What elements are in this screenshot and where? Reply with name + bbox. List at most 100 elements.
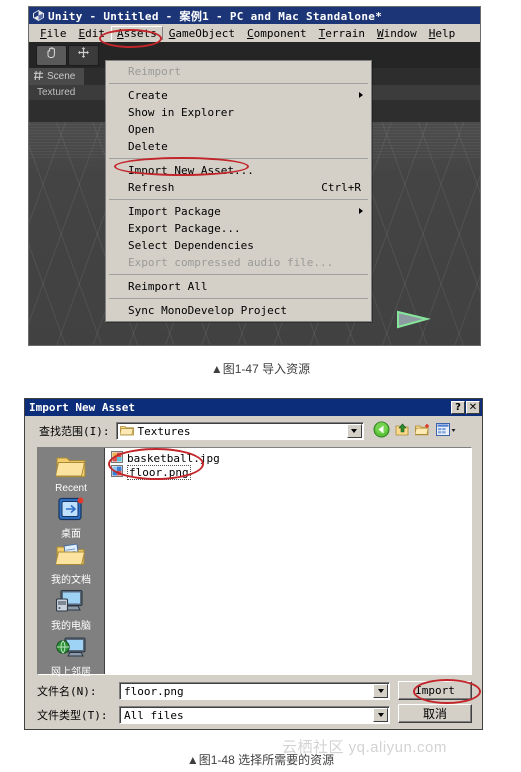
menu-item-open[interactable]: Open <box>106 121 371 138</box>
look-in-combobox[interactable]: Textures <box>115 422 364 440</box>
place-label: 我的文档 <box>51 575 91 586</box>
menu-item-label: Delete <box>128 140 168 153</box>
dialog-title-bar: Import New Asset ? ✕ <box>25 399 482 416</box>
views-icon[interactable] <box>435 422 456 440</box>
filetype-value: All files <box>124 708 184 722</box>
close-button[interactable]: ✕ <box>466 401 480 414</box>
help-button[interactable]: ? <box>451 401 465 414</box>
filetype-label: 文件类型(T): <box>37 709 108 722</box>
png-file-icon <box>111 464 123 480</box>
cancel-button[interactable]: 取消 <box>398 704 472 723</box>
filename-input[interactable]: floor.png <box>119 682 390 700</box>
file-list-item[interactable]: basketball.jpg <box>109 450 471 466</box>
menu-item-label: Refresh <box>128 181 175 194</box>
menu-item-label: Sync MonoDevelop Project <box>128 304 287 317</box>
unity-cube-icon <box>32 9 45 22</box>
menu-item-accelerator: Ctrl+R <box>321 181 361 194</box>
desktop-icon <box>57 497 85 524</box>
place-label: Recent <box>55 483 87 494</box>
place-my-documents[interactable]: 我的文档 <box>38 543 104 586</box>
filename-value: floor.png <box>124 684 184 698</box>
place-desktop[interactable]: 桌面 <box>38 497 104 540</box>
places-bar: Recent 桌面 我的文档 我的电脑 网上邻居 <box>38 448 105 678</box>
file-list-item[interactable]: floor.png <box>109 464 471 480</box>
dialog-main-area: Recent 桌面 我的文档 我的电脑 网上邻居 basketball.jpg … <box>37 447 472 678</box>
menu-separator <box>109 199 368 200</box>
menu-item-show-in-explorer[interactable]: Show in Explorer <box>106 104 371 121</box>
menu-item-label: Create <box>128 89 168 102</box>
import-button[interactable]: Import <box>398 681 472 700</box>
menu-item-label: Open <box>128 123 155 136</box>
dialog-buttons: Import 取消 <box>398 681 472 729</box>
draw-mode-dropdown[interactable]: Textured <box>37 87 75 98</box>
chevron-down-icon <box>377 713 384 717</box>
place-label: 桌面 <box>61 529 81 540</box>
file-name: basketball.jpg <box>127 451 220 465</box>
menu-item-reimport[interactable]: Reimport <box>106 63 371 80</box>
my-documents-icon <box>54 543 86 570</box>
folder-icon <box>118 424 134 439</box>
file-name: floor.png <box>127 464 191 480</box>
menu-component[interactable]: Component <box>241 26 313 41</box>
assets-dropdown-menu[interactable]: Reimport Create Show in Explorer Open De… <box>105 60 372 322</box>
file-list[interactable]: basketball.jpg floor.png <box>105 448 471 674</box>
menu-file[interactable]: File <box>34 26 73 41</box>
look-in-dropdown-button[interactable] <box>346 424 362 438</box>
menu-item-label: Reimport <box>128 65 181 78</box>
menu-item-sync-monodevelop[interactable]: Sync MonoDevelop Project <box>106 302 371 319</box>
place-label: 我的电脑 <box>51 621 91 632</box>
look-in-label: 查找范围(I): <box>39 425 110 438</box>
unity-title-text: Unity - Untitled - 案例1 - PC and Mac Stan… <box>48 9 383 23</box>
menu-item-delete[interactable]: Delete <box>106 138 371 155</box>
chevron-down-icon <box>377 689 384 693</box>
menu-terrain[interactable]: Terrain <box>313 26 371 41</box>
menu-item-reimport-all[interactable]: Reimport All <box>106 278 371 295</box>
menu-assets[interactable]: Assets <box>111 26 163 40</box>
menu-item-label: Export Package... <box>128 222 241 235</box>
place-recent[interactable]: Recent <box>38 454 104 494</box>
menu-item-label: Export compressed audio file... <box>128 256 334 269</box>
filetype-row: 文件类型(T): All files <box>37 705 390 725</box>
menu-item-export-compressed-audio[interactable]: Export compressed audio file... <box>106 254 371 271</box>
place-label: 网上邻居 <box>51 667 91 678</box>
scene-grid-icon <box>33 70 44 84</box>
menu-item-export-package[interactable]: Export Package... <box>106 220 371 237</box>
menu-window[interactable]: Window <box>371 26 423 41</box>
menu-separator <box>109 158 368 159</box>
unity-menu-bar[interactable]: File Edit Assets GameObject Component Te… <box>29 24 480 42</box>
menu-item-import-package[interactable]: Import Package <box>106 203 371 220</box>
menu-item-create[interactable]: Create <box>106 87 371 104</box>
unity-editor-window: Unity - Untitled - 案例1 - PC and Mac Stan… <box>28 6 481 346</box>
up-one-level-icon[interactable] <box>395 422 410 440</box>
move-tool-icon <box>77 46 90 64</box>
new-folder-icon[interactable] <box>413 423 431 440</box>
filename-row: 文件名(N): floor.png <box>37 681 390 701</box>
menu-item-import-new-asset[interactable]: Import New Asset... <box>106 162 371 179</box>
menu-item-refresh[interactable]: Refresh Ctrl+R <box>106 179 371 196</box>
menu-separator <box>109 83 368 84</box>
tab-scene-label: Scene <box>47 71 76 82</box>
my-computer-icon <box>55 589 86 616</box>
dialog-fields: 文件名(N): floor.png 文件类型(T): All files <box>37 681 390 729</box>
tab-scene[interactable]: Scene <box>29 68 85 85</box>
menu-edit[interactable]: Edit <box>73 26 112 41</box>
menu-item-label: Import Package <box>128 205 221 218</box>
menu-separator <box>109 274 368 275</box>
unity-title-bar: Unity - Untitled - 案例1 - PC and Mac Stan… <box>29 7 480 24</box>
menu-item-label: Reimport All <box>128 280 208 293</box>
back-navigation-icon[interactable] <box>373 421 390 441</box>
move-tool-button[interactable] <box>68 44 99 66</box>
filename-dropdown-button[interactable] <box>373 684 388 698</box>
menu-gameobject[interactable]: GameObject <box>163 26 241 41</box>
place-my-computer[interactable]: 我的电脑 <box>38 589 104 632</box>
import-new-asset-dialog: Import New Asset ? ✕ 查找范围(I): Textures R… <box>24 398 483 730</box>
menu-help[interactable]: Help <box>423 26 462 41</box>
look-in-row: 查找范围(I): Textures <box>25 416 482 442</box>
place-network-neighborhood[interactable]: 网上邻居 <box>38 635 104 678</box>
filetype-combobox[interactable]: All files <box>119 706 390 724</box>
hand-tool-button[interactable] <box>36 44 67 66</box>
jpg-file-icon <box>111 450 123 466</box>
menu-item-select-dependencies[interactable]: Select Dependencies <box>106 237 371 254</box>
dialog-bottom-area: 文件名(N): floor.png 文件类型(T): All files Imp… <box>37 681 472 729</box>
filetype-dropdown-button[interactable] <box>373 708 388 722</box>
